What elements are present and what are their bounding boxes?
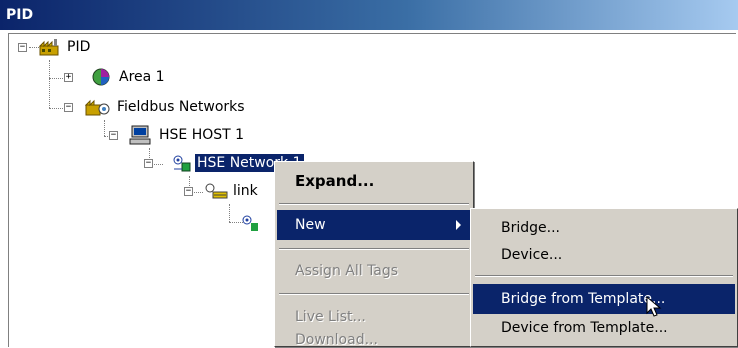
- tree-connector: [49, 60, 50, 108]
- tree-connector: [229, 204, 230, 222]
- menu-item-new[interactable]: New: [277, 210, 471, 240]
- tree-label-area1[interactable]: Area 1: [117, 68, 167, 86]
- collapse-toggle-network[interactable]: −: [144, 159, 153, 168]
- mouse-cursor-icon: [646, 296, 662, 317]
- link-icon: [204, 181, 228, 199]
- tree-label-fieldbus[interactable]: Fieldbus Networks: [115, 98, 247, 116]
- window-title: PID: [0, 0, 738, 30]
- tree-label-host[interactable]: HSE HOST 1: [157, 126, 246, 144]
- context-menu: Expand... New Assign All Tags Live List.…: [274, 161, 474, 348]
- menu-item-new-label: New: [295, 217, 326, 233]
- menu-item-expand[interactable]: Expand...: [277, 166, 471, 196]
- collapse-toggle-host[interactable]: −: [109, 131, 118, 140]
- new-submenu: Bridge... Device... Bridge from Template…: [470, 208, 738, 347]
- collapse-toggle-fieldbus[interactable]: −: [64, 103, 73, 112]
- area-icon: [91, 67, 111, 86]
- submenu-item-bridge-template[interactable]: Bridge from Template...: [473, 284, 735, 314]
- tree-connector: [104, 120, 105, 136]
- collapse-toggle-link[interactable]: −: [184, 187, 193, 196]
- fieldbus-networks-icon: [84, 97, 110, 116]
- submenu-arrow-icon: [456, 220, 461, 230]
- tree-connector: [29, 47, 39, 48]
- menu-separator: [475, 275, 733, 277]
- menu-item-assign-tags[interactable]: Assign All Tags: [277, 256, 471, 286]
- collapse-toggle-pid[interactable]: −: [18, 43, 27, 52]
- submenu-item-device[interactable]: Device...: [473, 240, 735, 270]
- expand-toggle-area1[interactable]: +: [64, 73, 73, 82]
- submenu-item-bridge[interactable]: Bridge...: [473, 213, 735, 243]
- network-icon: [172, 153, 192, 172]
- submenu-item-device-template[interactable]: Device from Template...: [473, 313, 735, 343]
- menu-separator: [279, 293, 469, 295]
- tree-label-link[interactable]: link: [231, 182, 260, 200]
- menu-separator: [279, 203, 469, 205]
- menu-separator: [279, 248, 469, 250]
- menu-item-download[interactable]: Download...: [277, 328, 471, 348]
- computer-icon: [129, 125, 151, 145]
- device-icon: [241, 213, 261, 231]
- tree-label-pid[interactable]: PID: [65, 38, 92, 56]
- plant-icon: [38, 38, 59, 56]
